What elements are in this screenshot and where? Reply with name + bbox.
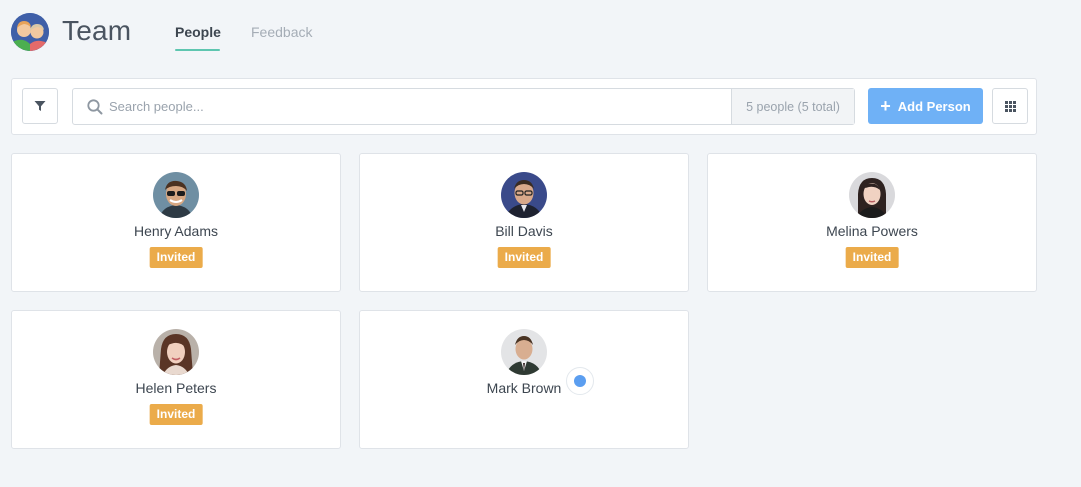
people-toolbar: 5 people (5 total) + Add Person	[11, 78, 1037, 135]
avatar	[153, 172, 199, 218]
status-badge: Invited	[845, 247, 899, 268]
person-name: Bill Davis	[495, 223, 553, 239]
add-person-label: Add Person	[897, 98, 971, 114]
online-status-indicator	[566, 367, 594, 395]
person-card[interactable]: Mark Brown	[359, 310, 689, 449]
person-name: Mark Brown	[486, 380, 562, 396]
status-badge: Invited	[149, 404, 203, 425]
person-name: Melina Powers	[826, 223, 918, 239]
add-person-button[interactable]: + Add Person	[868, 88, 983, 124]
status-badge: Invited	[497, 247, 551, 268]
avatar	[501, 172, 547, 218]
person-card[interactable]: Henry Adams Invited	[11, 153, 341, 292]
tab-feedback[interactable]: Feedback	[251, 24, 312, 40]
avatar	[153, 329, 199, 375]
person-name: Henry Adams	[133, 223, 219, 239]
search-icon	[87, 99, 103, 115]
avatar	[849, 172, 895, 218]
search-box: 5 people (5 total)	[72, 88, 855, 125]
team-logo-icon	[11, 13, 49, 51]
page-header: Team People Feedback	[0, 0, 1081, 64]
person-card[interactable]: Bill Davis Invited	[359, 153, 689, 292]
person-card[interactable]: Melina Powers Invited	[707, 153, 1037, 292]
person-card[interactable]: Helen Peters Invited	[11, 310, 341, 449]
person-name: Helen Peters	[135, 380, 217, 396]
search-input[interactable]	[109, 89, 729, 124]
active-tab-indicator	[175, 49, 220, 51]
view-toggle-button[interactable]	[992, 88, 1028, 124]
status-dot-icon	[574, 375, 586, 387]
tab-people[interactable]: People	[175, 24, 221, 40]
page-title: Team	[62, 15, 132, 46]
plus-icon: +	[880, 95, 891, 116]
status-badge: Invited	[149, 247, 203, 268]
grid-icon	[1004, 100, 1016, 112]
filter-icon	[34, 101, 46, 111]
avatar	[501, 329, 547, 375]
filter-button[interactable]	[22, 88, 58, 124]
people-count: 5 people (5 total)	[731, 89, 854, 124]
